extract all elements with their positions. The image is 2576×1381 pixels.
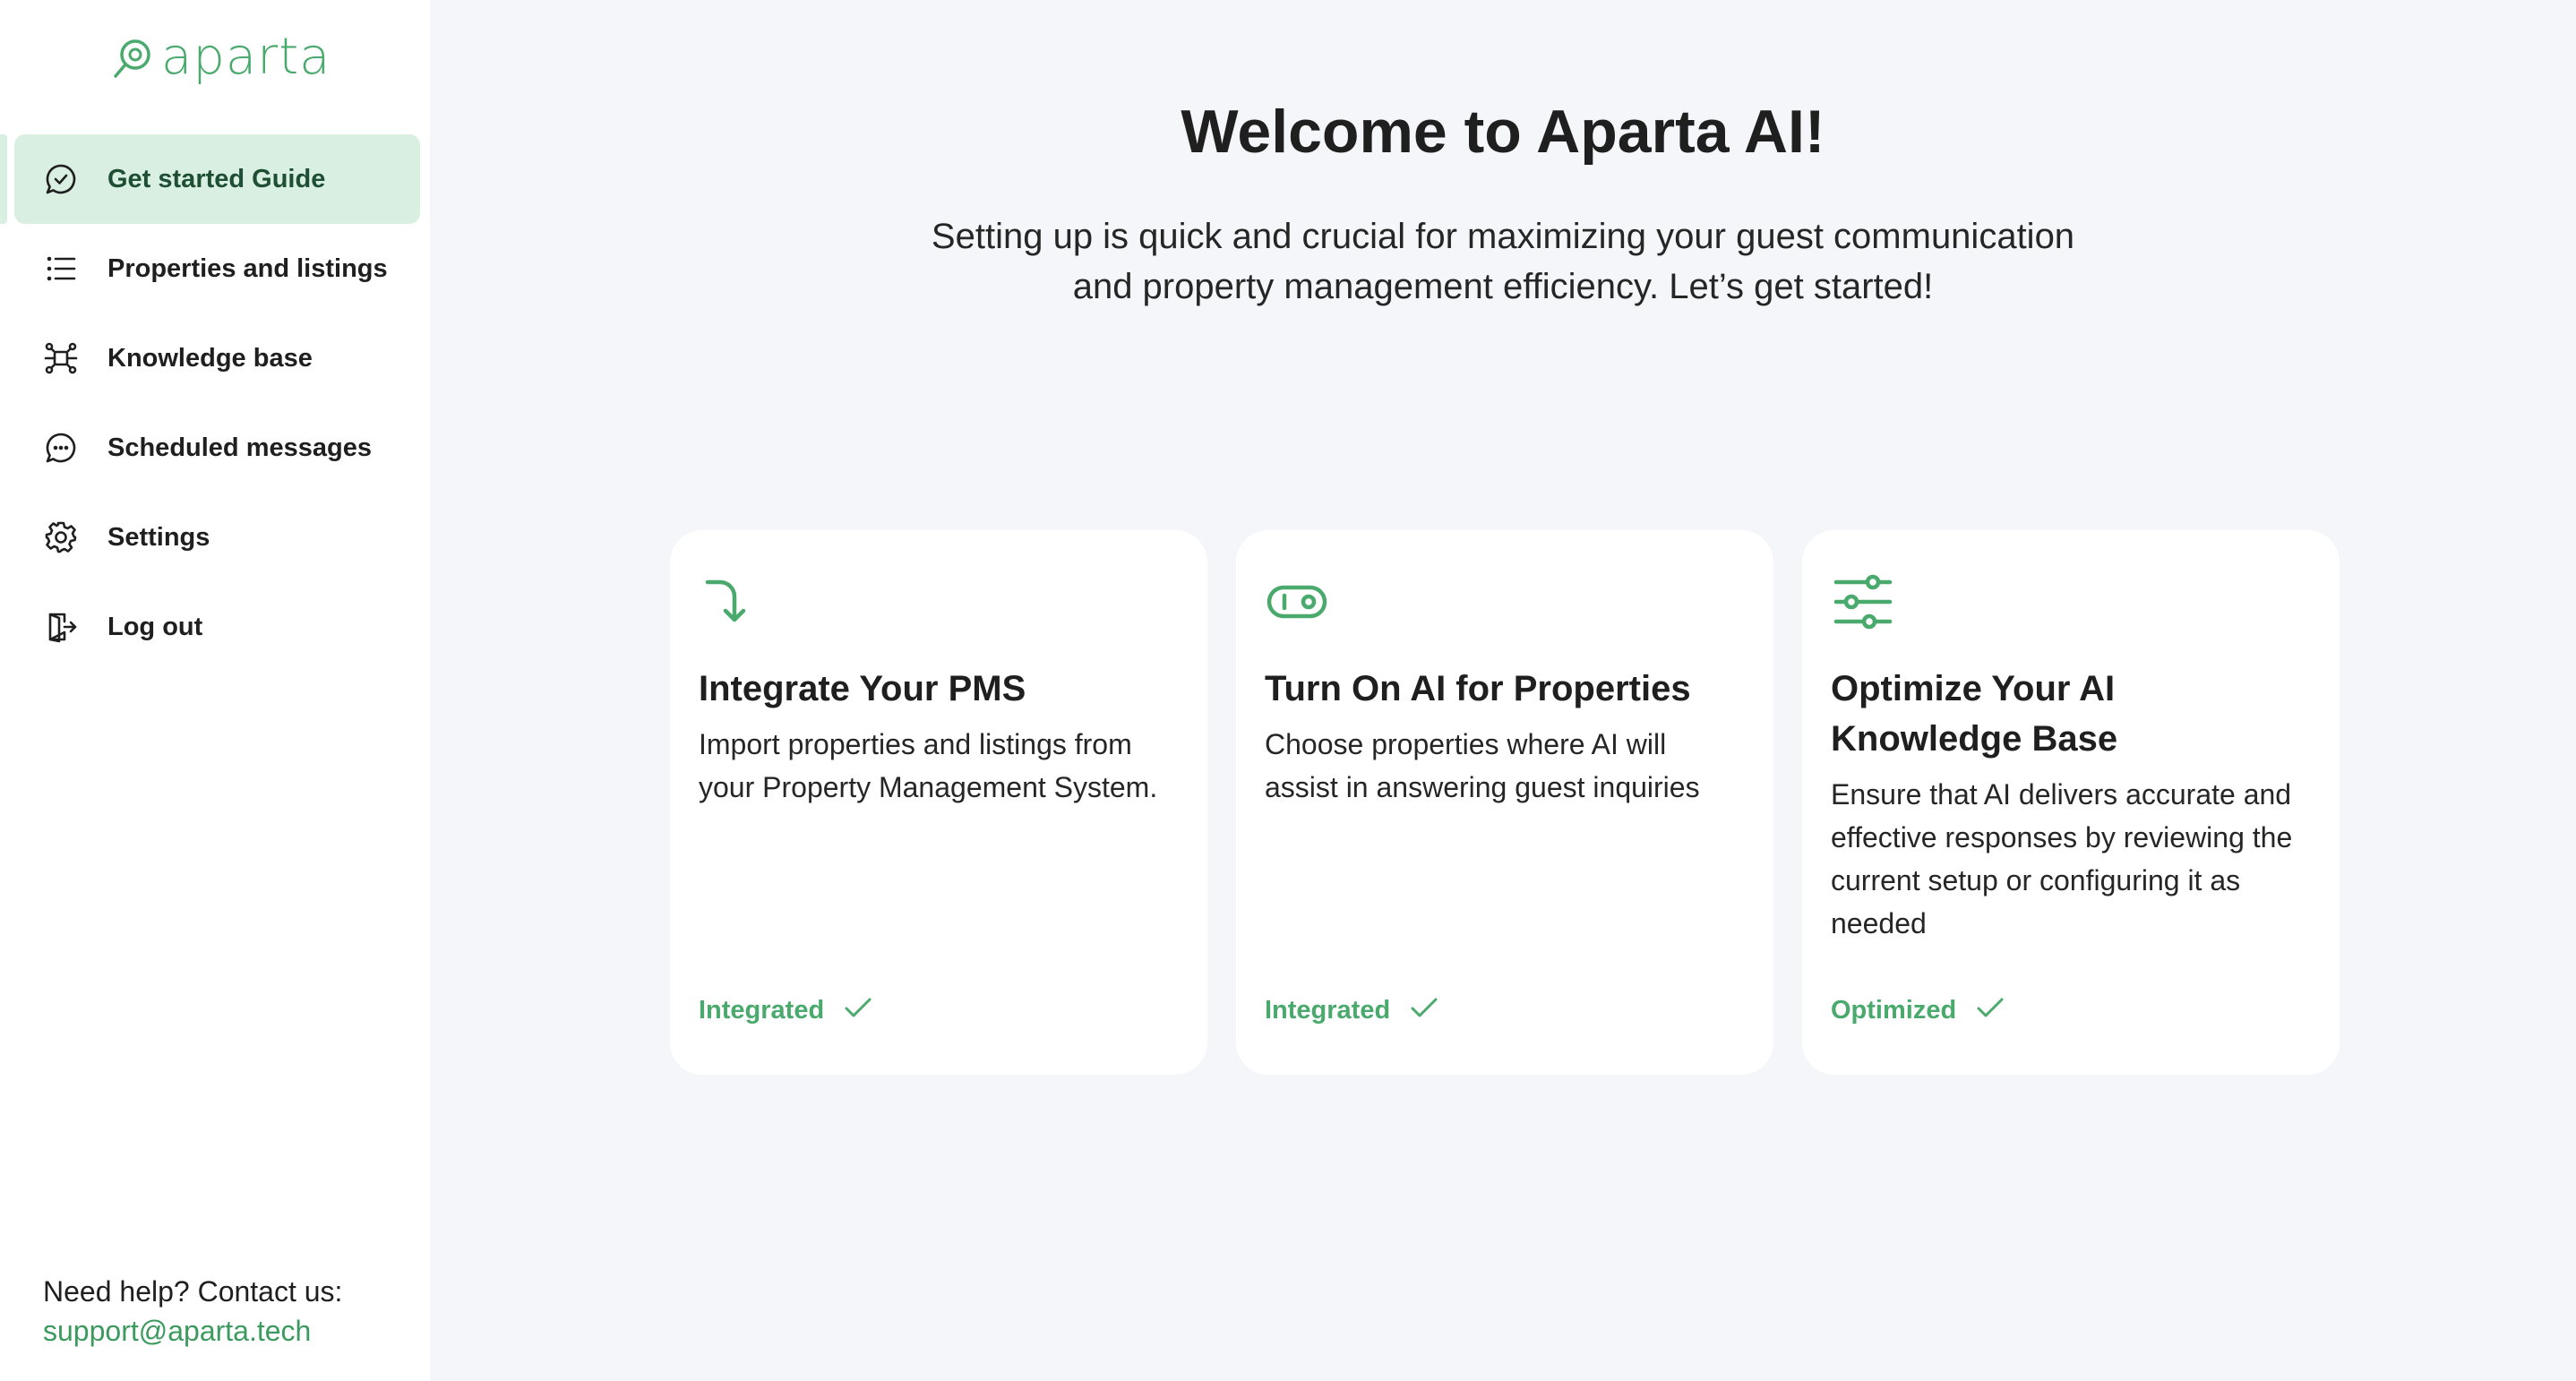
checkmark-icon [845,998,872,1016]
status-label: Integrated [1265,996,1391,1025]
sidebar-item-label: Scheduled messages [107,433,372,462]
sidebar-item-log-out[interactable]: Log out [14,582,420,672]
card-title: Integrate Your PMS [699,669,1026,708]
card-status: Integrated [1265,996,1440,1025]
card-description: Ensure that AI delivers accurate and eff… [1831,778,2293,939]
toggle-icon [1267,585,1327,619]
sidebar: aparta Get started Guide Properties and … [0,0,430,1381]
sidebar-item-properties-and-listings[interactable]: Properties and listings [14,224,420,313]
network-icon [44,342,78,374]
sidebar-item-knowledge-base[interactable]: Knowledge base [14,313,420,403]
card-description: Import properties and listings from your… [699,728,1158,803]
support-email-link[interactable]: support@aparta.tech [43,1311,342,1351]
card-status: Integrated [699,996,874,1025]
sidebar-item-label: Log out [107,612,203,641]
sidebar-item-scheduled-messages[interactable]: Scheduled messages [14,403,420,493]
list-icon [47,256,76,281]
aparta-logo[interactable]: aparta [111,32,331,82]
chat-dots-icon [46,433,76,463]
card-integrate-pms[interactable]: Integrate Your PMS Import properties and… [670,530,1207,1075]
sidebar-item-label: Get started Guide [107,164,326,193]
card-title: Turn On AI for Properties [1265,669,1691,708]
card-optimize-knowledge-base[interactable]: Optimize Your AI Knowledge Base Ensure t… [1802,530,2340,1075]
main-content: Welcome to Aparta AI! Setting up is quic… [430,0,2576,1381]
sidebar-item-label: Properties and listings [107,253,388,283]
checkmark-icon [1977,998,2004,1016]
card-turn-on-ai[interactable]: Turn On AI for Properties Choose propert… [1236,530,1773,1075]
sliders-icon [1833,574,1893,630]
arrow-turn-down-icon [705,579,746,622]
sidebar-item-get-started-guide[interactable]: Get started Guide [0,134,420,224]
page-subtitle: Setting up is quick and crucial for maxi… [931,217,2075,306]
help-section: Need help? Contact us: support@aparta.te… [43,1272,342,1351]
logo-text: aparta [161,28,331,86]
card-title: Optimize Your AI Knowledge Base [1831,669,2118,759]
gear-icon [45,521,77,553]
logo-mark-icon [114,39,150,78]
card-status: Optimized [1831,996,2006,1025]
sidebar-item-settings[interactable]: Settings [14,493,420,582]
setup-cards: Integrate Your PMS Import properties and… [670,530,2340,1075]
checkmark-icon [1411,998,1438,1016]
status-label: Optimized [1831,996,1957,1025]
help-title: Need help? Contact us: [43,1275,343,1308]
chat-check-icon [46,164,76,194]
page-title: Welcome to Aparta AI! [1181,98,1825,166]
card-description: Choose properties where AI will assist i… [1265,728,1700,803]
sidebar-item-label: Settings [107,522,210,552]
sidebar-nav: Get started Guide Properties and listing… [0,134,430,672]
logout-icon [48,613,77,643]
status-label: Integrated [699,996,825,1025]
sidebar-item-label: Knowledge base [107,343,313,373]
